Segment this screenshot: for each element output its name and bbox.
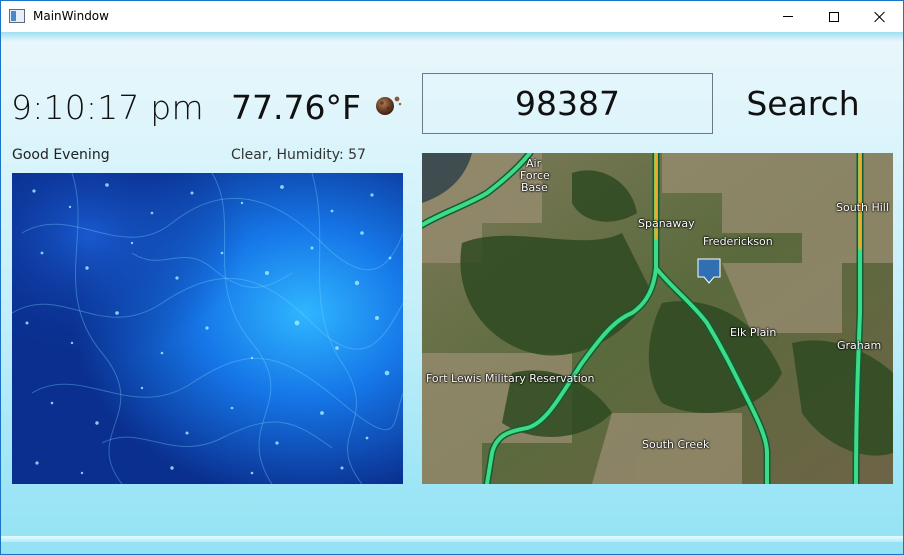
minimize-icon [783,16,793,17]
temperature: 77.76°F [231,88,361,127]
client-top-edge [1,32,903,42]
map-view[interactable]: Air Air Force Base Spanaway Frederickson… [422,153,893,484]
weather-conditions: Clear, Humidity: 57 [231,147,366,163]
maximize-button[interactable] [811,1,857,32]
main-window: MainWindow 9:10:17 pm 77.76°F Good Eveni… [0,0,904,555]
map-label-spanaway: Spanaway [638,217,695,230]
map-label-base: Base [521,181,548,194]
map-label-frederickson: Frederickson [703,235,773,248]
maximize-icon [829,11,839,22]
close-button[interactable] [857,1,903,32]
map-label-elk-plain: Elk Plain [730,326,777,339]
moon-icon [376,96,402,115]
minimize-button[interactable] [765,1,811,32]
map-label-graham: Graham [837,339,882,352]
window-title: MainWindow [33,9,109,23]
clock-time: 9:10:17 pm [11,88,204,127]
zip-code-input[interactable] [422,73,713,134]
map-label-south-hill: South Hill [836,201,889,214]
client-bottom-edge [1,536,903,542]
app-icon [9,9,25,23]
search-button[interactable]: Search [741,77,865,129]
satellite-map-image [422,153,893,484]
map-label-fort-lewis: Fort Lewis Military Reservation [426,372,595,385]
title-bar[interactable]: MainWindow [1,1,903,32]
background-image [12,173,403,484]
greeting-text: Good Evening [12,147,110,163]
client-area: 9:10:17 pm 77.76°F Good Evening Clear, H… [1,32,903,554]
close-icon [874,11,886,23]
water-texture-image [12,173,403,484]
map-label-south-creek: South Creek [642,438,710,451]
